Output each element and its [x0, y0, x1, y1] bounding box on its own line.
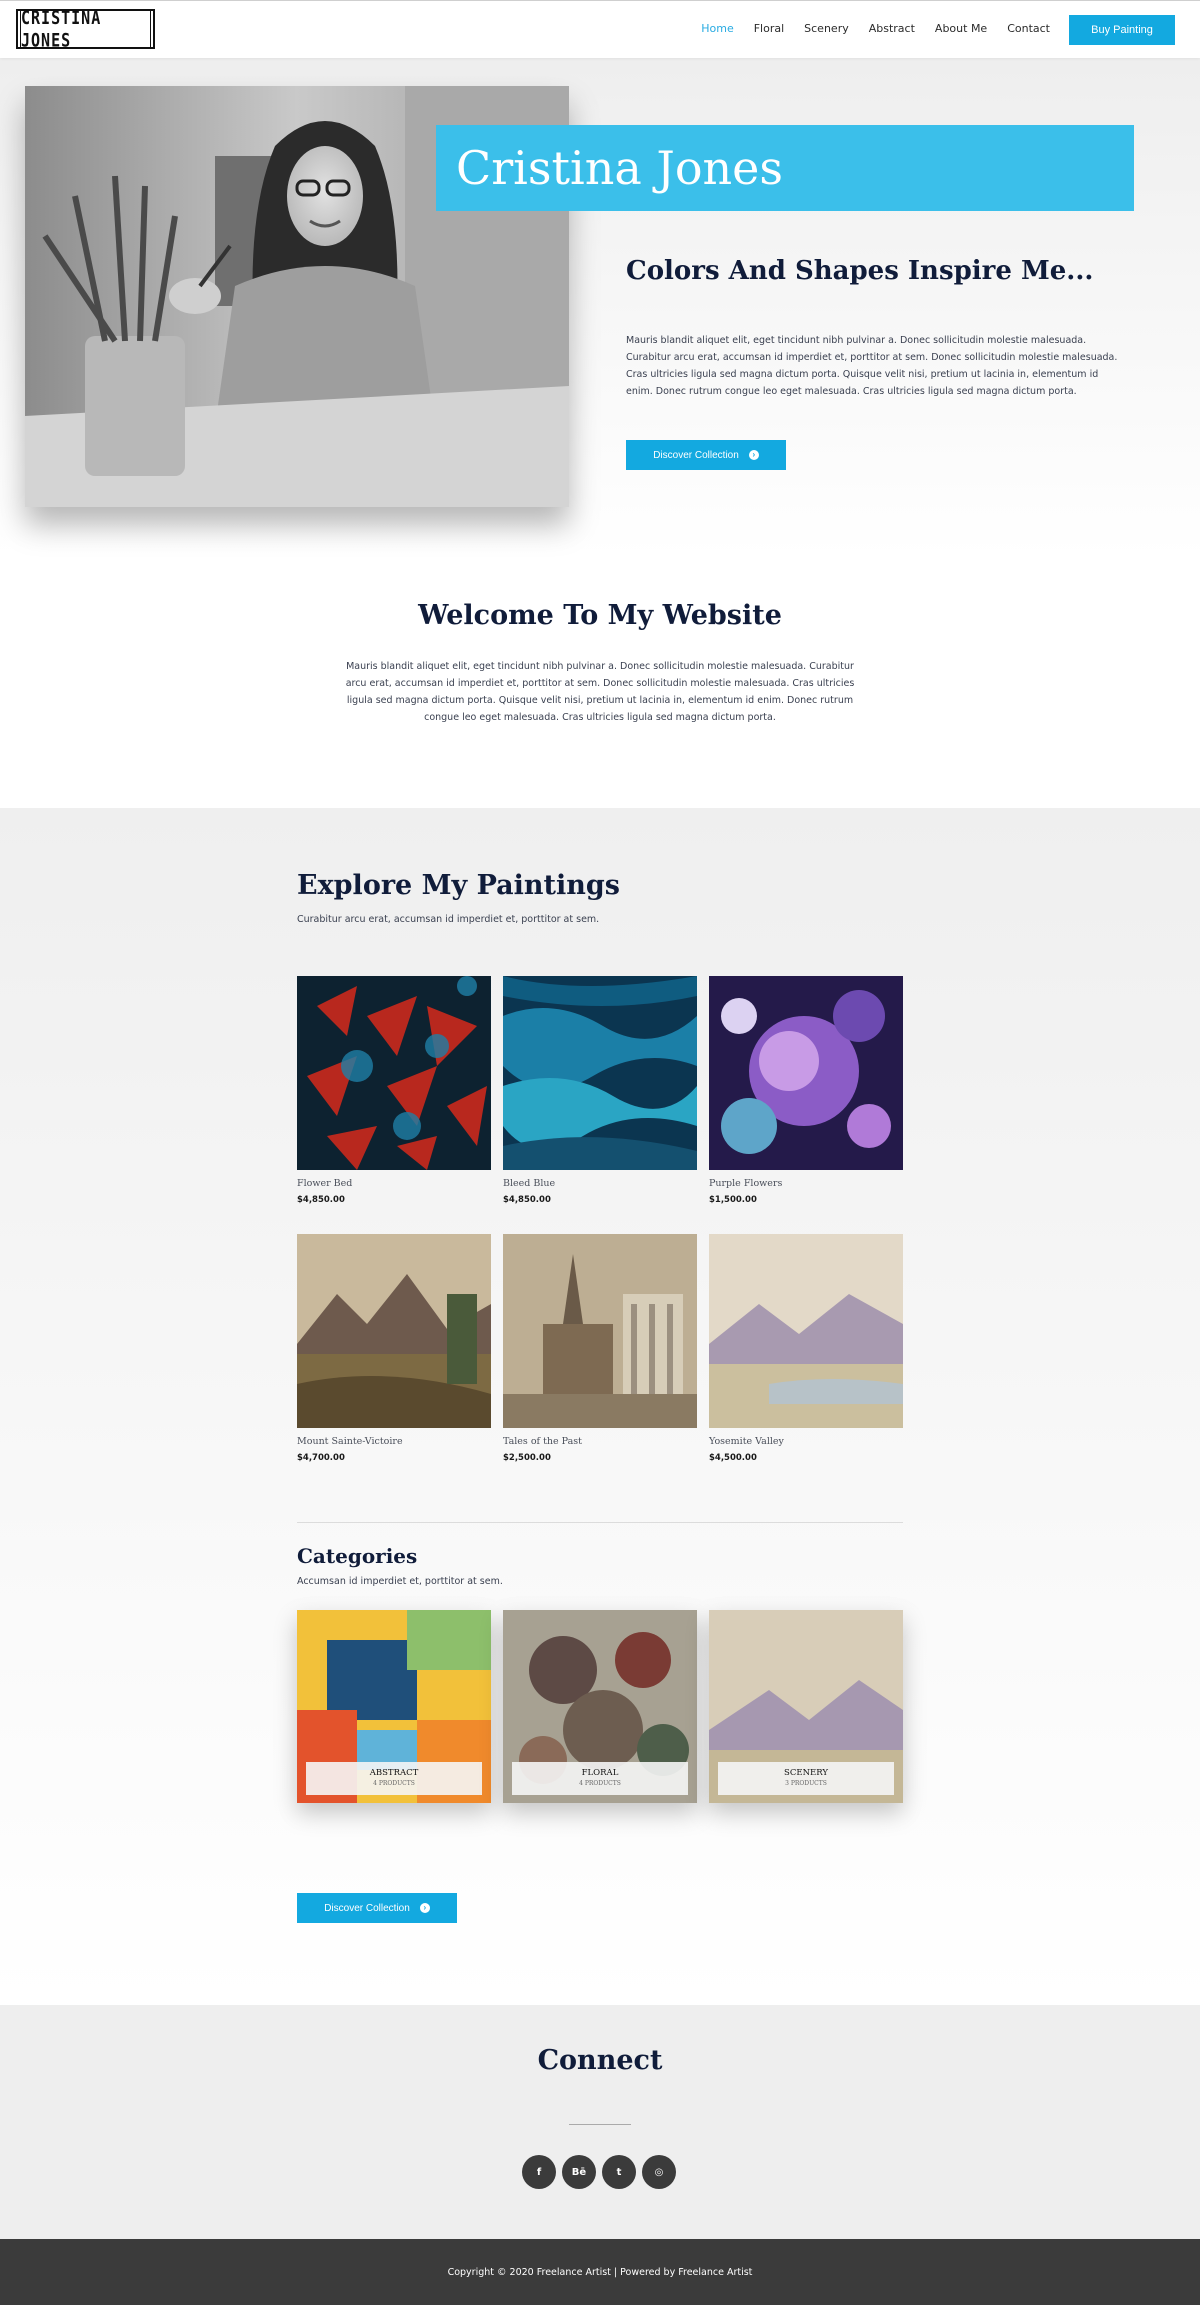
explore-subtitle: Curabitur arcu erat, accumsan id imperdi…	[297, 914, 600, 925]
category-label: SCENERY 3 PRODUCTS	[718, 1762, 894, 1795]
category-count: 4 PRODUCTS	[373, 1780, 415, 1787]
welcome-section: Welcome To My Website Mauris blandit ali…	[0, 558, 1200, 808]
nav-item-floral[interactable]: Floral	[754, 22, 784, 35]
painting-image-bleed-blue[interactable]	[503, 976, 697, 1170]
painting-title[interactable]: Bleed Blue	[503, 1178, 697, 1189]
painting-title[interactable]: Tales of the Past	[503, 1436, 697, 1447]
hero-name-banner: Cristina Jones	[436, 125, 1134, 211]
connect-title: Connect	[537, 2045, 663, 2076]
painting-card[interactable]: Flower Bed $4,850.00	[297, 976, 491, 1205]
painting-image-mount-sainte-victoire[interactable]	[297, 1234, 491, 1428]
site-header: CRISTINA JONES Home Floral Scenery Abstr…	[0, 0, 1200, 58]
painting-price: $4,700.00	[297, 1453, 345, 1463]
arrow-circle-icon: ›	[419, 1903, 430, 1913]
painting-price: $1,500.00	[709, 1195, 757, 1205]
nav-item-scenery[interactable]: Scenery	[804, 22, 849, 35]
painting-title[interactable]: Mount Sainte-Victoire	[297, 1436, 491, 1447]
hero-section: Cristina Jones Colors And Shapes Inspire…	[0, 58, 1200, 558]
welcome-text: Mauris blandit aliquet elit, eget tincid…	[345, 661, 855, 723]
nav-item-abstract[interactable]: Abstract	[869, 22, 915, 35]
connect-section: Connect f Bē t ◎	[0, 2005, 1200, 2239]
painting-price: $4,850.00	[297, 1195, 345, 1205]
welcome-title: Welcome To My Website	[418, 600, 782, 631]
discover-collection-button-2[interactable]: Discover Collection ›	[297, 1893, 457, 1923]
discover-collection-button[interactable]: Discover Collection ›	[626, 440, 786, 470]
nav-item-contact[interactable]: Contact	[1007, 22, 1050, 35]
painting-image-tales-of-the-past[interactable]	[503, 1234, 697, 1428]
category-card-abstract[interactable]: ABSTRACT 4 PRODUCTS	[297, 1610, 491, 1803]
instagram-icon[interactable]: ◎	[642, 2155, 676, 2189]
site-footer: Copyright © 2020 Freelance Artist | Powe…	[0, 2239, 1200, 2305]
painting-card[interactable]: Purple Flowers $1,500.00	[709, 976, 903, 1205]
footer-copyright: Copyright © 2020 Freelance Artist | Powe…	[447, 2266, 753, 2278]
logo-text: CRISTINA JONES	[20, 7, 151, 52]
category-card-scenery[interactable]: SCENERY 3 PRODUCTS	[709, 1610, 903, 1803]
categories-title: Categories	[297, 1544, 418, 1568]
discover-collection-label: Discover Collection	[324, 1902, 410, 1914]
category-label: FLORAL 4 PRODUCTS	[512, 1762, 688, 1795]
discover-collection-label: Discover Collection	[653, 449, 739, 461]
nav-item-home[interactable]: Home	[701, 22, 733, 35]
facebook-icon[interactable]: f	[522, 2155, 556, 2189]
category-count: 4 PRODUCTS	[579, 1780, 621, 1787]
categories-subtitle: Accumsan id imperdiet et, porttitor at s…	[297, 1576, 503, 1587]
site-logo[interactable]: CRISTINA JONES	[16, 7, 155, 52]
explore-title: Explore My Paintings	[297, 870, 620, 901]
painting-card[interactable]: Yosemite Valley $4,500.00	[709, 1234, 903, 1463]
painting-price: $4,500.00	[709, 1453, 757, 1463]
category-name: ABSTRACT	[369, 1768, 419, 1778]
hero-name: Cristina Jones	[456, 141, 783, 195]
behance-icon[interactable]: Bē	[562, 2155, 596, 2189]
category-label: ABSTRACT 4 PRODUCTS	[306, 1762, 482, 1795]
section-divider	[297, 1522, 903, 1523]
category-card-floral[interactable]: FLORAL 4 PRODUCTS	[503, 1610, 697, 1803]
hero-tagline: Colors And Shapes Inspire Me...	[626, 256, 1094, 286]
painting-price: $2,500.00	[503, 1453, 551, 1463]
painting-title[interactable]: Flower Bed	[297, 1178, 491, 1189]
painting-image-flower-bed[interactable]	[297, 976, 491, 1170]
painting-card[interactable]: Tales of the Past $2,500.00	[503, 1234, 697, 1463]
painting-price: $4,850.00	[503, 1195, 551, 1205]
social-links: f Bē t ◎	[522, 2155, 676, 2189]
category-name: SCENERY	[784, 1768, 828, 1778]
category-count: 3 PRODUCTS	[785, 1780, 827, 1787]
arrow-circle-icon: ›	[748, 450, 759, 460]
buy-painting-button[interactable]: Buy Painting	[1069, 15, 1175, 45]
painting-title[interactable]: Yosemite Valley	[709, 1436, 903, 1447]
nav-item-about-me[interactable]: About Me	[935, 22, 987, 35]
painting-image-yosemite-valley[interactable]	[709, 1234, 903, 1428]
painting-image-purple-flowers[interactable]	[709, 976, 903, 1170]
connect-divider	[569, 2124, 631, 2125]
category-name: FLORAL	[581, 1768, 619, 1778]
painting-card[interactable]: Mount Sainte-Victoire $4,700.00	[297, 1234, 491, 1463]
twitter-icon[interactable]: t	[602, 2155, 636, 2189]
main-nav: Home Floral Scenery Abstract About Me Co…	[681, 22, 1050, 35]
painting-card[interactable]: Bleed Blue $4,850.00	[503, 976, 697, 1205]
explore-section: Explore My Paintings Curabitur arcu erat…	[0, 808, 1200, 2005]
hero-description: Mauris blandit aliquet elit, eget tincid…	[626, 335, 1118, 397]
painting-title[interactable]: Purple Flowers	[709, 1178, 903, 1189]
